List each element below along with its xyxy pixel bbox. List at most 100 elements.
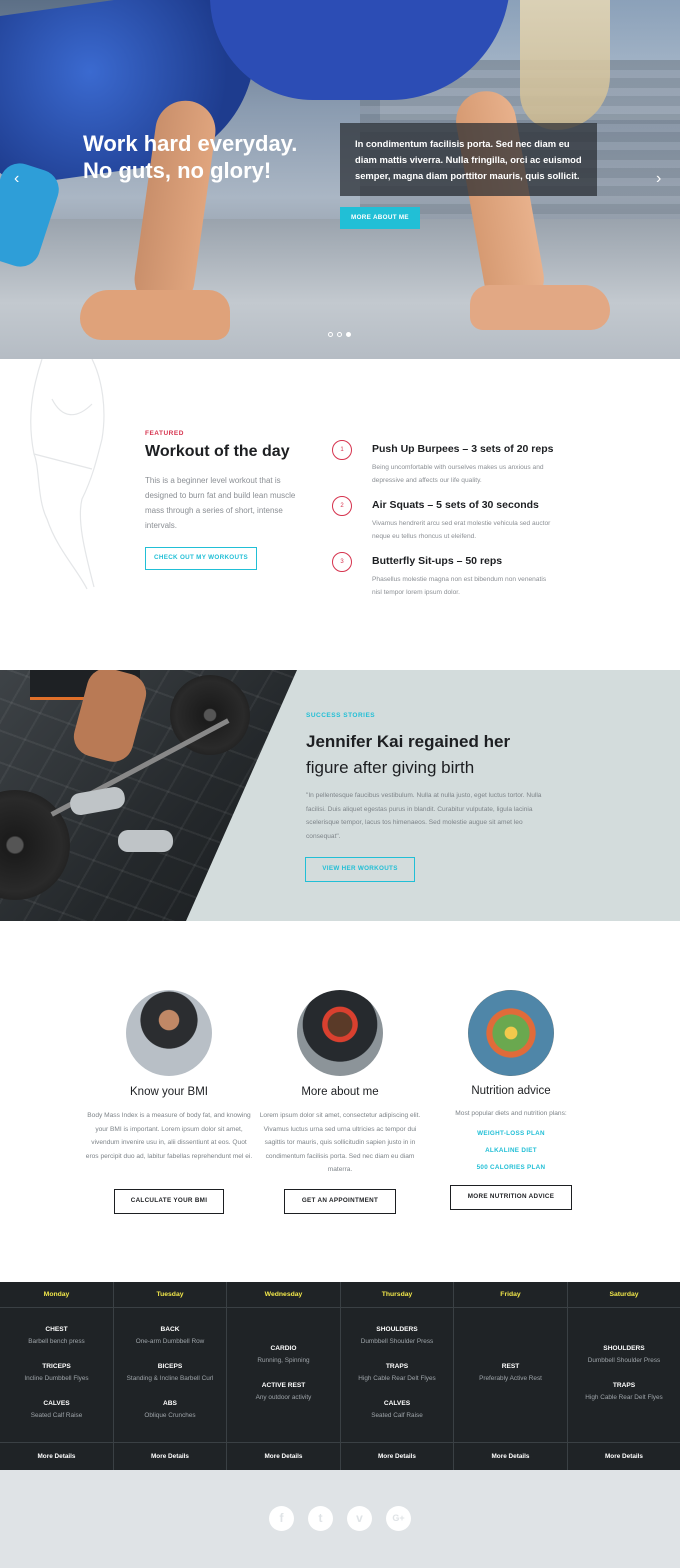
exercise-title: Air Squats – 5 sets of 30 seconds	[372, 499, 539, 511]
day-body: CARDIO Running, Spinning ACTIVE REST Any o…	[227, 1308, 340, 1443]
day-name: Tuesday	[114, 1282, 226, 1308]
schedule-entry: TRAPS High Cable Rear Delt Flyes	[341, 1363, 453, 1382]
entry-exercise: Standing & Incline Barbell Curl	[126, 1375, 214, 1382]
entry-muscle: CHEST	[45, 1326, 68, 1333]
day-body: SHOULDERS Dumbbell Shoulder Press TRAPS Hi…	[341, 1308, 453, 1443]
schedule-day-friday: Friday REST Preferably Active Rest More D…	[454, 1282, 568, 1470]
schedule-entry: CALVES Seated Calf Raise	[341, 1400, 453, 1419]
weight-loss-plan-link[interactable]: WEIGHT-LOSS PLAN	[426, 1130, 596, 1137]
entry-muscle: ACTIVE REST	[261, 1382, 306, 1389]
success-stories-label: SUCCESS STORIES	[306, 712, 376, 719]
exercise-text: Being uncomfortable with ourselves makes…	[372, 464, 544, 484]
slider-pagination	[328, 332, 351, 337]
hero-photo-hand	[470, 285, 610, 330]
story-title-bold: Jennifer Kai regained her	[306, 732, 511, 751]
features-section: Know your BMI Body Mass Index is a measu…	[0, 921, 680, 1282]
entry-muscle: CARDIO	[270, 1345, 297, 1352]
day-name: Wednesday	[227, 1282, 340, 1308]
entry-exercise: Seated Calf Raise	[30, 1412, 83, 1419]
hero-title-line2: No guts, no glory!	[83, 158, 272, 183]
exercise-number: 2	[332, 496, 352, 516]
schedule-entry: CALVES Seated Calf Raise	[0, 1400, 113, 1419]
schedule-day-thursday: Thursday SHOULDERS Dumbbell Shoulder Pres…	[341, 1282, 454, 1470]
hero-slider: Work hard everyday. No guts, no glory! I…	[0, 0, 680, 359]
feature-text: Most popular diets and nutrition plans:	[455, 1110, 567, 1117]
more-nutrition-advice-button[interactable]: MORE NUTRITION ADVICE	[450, 1185, 572, 1210]
avatar	[126, 990, 212, 1076]
workout-description: This is a beginner level workout that is…	[145, 476, 296, 530]
more-details-link[interactable]: More Details	[341, 1443, 453, 1470]
feature-text: Lorem ipsum dolor sit amet, consectetur …	[259, 1112, 421, 1173]
entry-muscle: TRAPS	[385, 1363, 409, 1370]
entry-muscle: TRICEPS	[42, 1363, 71, 1370]
day-name: Thursday	[341, 1282, 453, 1308]
more-details-link[interactable]: More Details	[227, 1443, 340, 1470]
more-about-me-button[interactable]: MORE ABOUT ME	[340, 207, 420, 229]
schedule-entry: BICEPS Standing & Incline Barbell Curl	[114, 1363, 226, 1382]
more-details-link[interactable]: More Details	[568, 1443, 680, 1470]
story-quote: "In pellentesque faucibus vestibulum. Nu…	[306, 792, 542, 840]
day-name: Saturday	[568, 1282, 680, 1308]
view-her-workouts-button[interactable]: VIEW HER WORKOUTS	[305, 857, 415, 882]
slider-dot[interactable]	[337, 332, 342, 337]
day-body: REST Preferably Active Rest	[454, 1308, 567, 1443]
schedule-entry: SHOULDERS Dumbbell Shoulder Press	[341, 1326, 453, 1345]
hero-quote: In condimentum facilisis porta. Sed nec …	[340, 123, 597, 196]
check-out-workouts-button[interactable]: CHECK OUT MY WORKOUTS	[145, 547, 257, 570]
entry-muscle: SHOULDERS	[376, 1326, 418, 1333]
twitter-icon[interactable]: t	[308, 1506, 333, 1531]
schedule-entry: CHEST Barbell bench press	[0, 1326, 113, 1345]
story-title-normal: figure after giving birth	[306, 758, 475, 777]
more-details-link[interactable]: More Details	[0, 1443, 113, 1470]
entry-muscle: CALVES	[383, 1400, 411, 1407]
feature-title: Nutrition advice	[471, 1085, 551, 1097]
entry-muscle: BICEPS	[157, 1363, 183, 1370]
entry-muscle: SHOULDERS	[603, 1345, 645, 1352]
schedule-entry: BACK One-arm Dumbbell Row	[114, 1326, 226, 1345]
athlete-shoe	[118, 830, 173, 852]
entry-exercise: High Cable Rear Delt Flyes	[358, 1375, 436, 1382]
more-details-link[interactable]: More Details	[114, 1443, 226, 1470]
get-appointment-button[interactable]: GET AN APPOINTMENT	[284, 1189, 396, 1214]
entry-muscle: BACK	[160, 1326, 180, 1333]
day-body: CHEST Barbell bench press TRICEPS Incline …	[0, 1308, 113, 1443]
exercise-number: 3	[332, 552, 352, 572]
day-name: Monday	[0, 1282, 113, 1308]
workout-section: FEATURED Workout of the day This is a be…	[0, 359, 680, 670]
entry-exercise: Preferably Active Rest	[479, 1375, 542, 1382]
day-name: Friday	[454, 1282, 567, 1308]
vimeo-icon[interactable]: v	[347, 1506, 372, 1531]
entry-exercise: Running, Spinning	[257, 1357, 310, 1364]
chevron-left-icon[interactable]: ‹	[14, 171, 24, 187]
entry-muscle: ABS	[163, 1400, 177, 1407]
entry-exercise: Oblique Crunches	[144, 1412, 196, 1419]
alkaline-diet-link[interactable]: ALKALINE DIET	[426, 1147, 596, 1154]
slider-dot[interactable]	[328, 332, 333, 337]
feature-title: More about me	[301, 1086, 379, 1098]
schedule-entry: REST Preferably Active Rest	[454, 1363, 567, 1382]
entry-muscle: CALVES	[43, 1400, 70, 1407]
slider-dot-active[interactable]	[346, 332, 351, 337]
deadlift-photo	[0, 670, 297, 921]
entry-exercise: Incline Dumbbell Flyes	[24, 1375, 89, 1382]
hero-photo-hair	[520, 0, 610, 130]
success-story-section: SUCCESS STORIES Jennifer Kai regained he…	[0, 670, 680, 921]
featured-label: FEATURED	[145, 430, 184, 437]
calculate-bmi-button[interactable]: CALCULATE YOUR BMI	[114, 1189, 224, 1214]
entry-exercise: Dumbbell Shoulder Press	[587, 1357, 661, 1364]
more-details-link[interactable]: More Details	[454, 1443, 567, 1470]
google-plus-icon[interactable]: G+	[386, 1506, 411, 1531]
500-calories-plan-link[interactable]: 500 CALORIES PLAN	[426, 1164, 596, 1171]
schedule-entry: SHOULDERS Dumbbell Shoulder Press	[568, 1345, 680, 1364]
facebook-icon[interactable]: f	[269, 1506, 294, 1531]
workout-title: Workout of the day	[145, 443, 290, 460]
schedule-entry: CARDIO Running, Spinning	[227, 1345, 340, 1364]
schedule-day-wednesday: Wednesday CARDIO Running, Spinning ACTIVE…	[227, 1282, 341, 1470]
avatar	[468, 990, 554, 1076]
chevron-right-icon[interactable]: ›	[656, 171, 666, 187]
schedule-entry: ACTIVE REST Any outdoor activity	[227, 1382, 340, 1401]
exercise-title: Butterfly Sit-ups – 50 reps	[372, 555, 503, 567]
feature-title: Know your BMI	[130, 1086, 208, 1098]
entry-exercise: One-arm Dumbbell Row	[135, 1338, 205, 1345]
feature-text: Body Mass Index is a measure of body fat…	[85, 1112, 253, 1160]
